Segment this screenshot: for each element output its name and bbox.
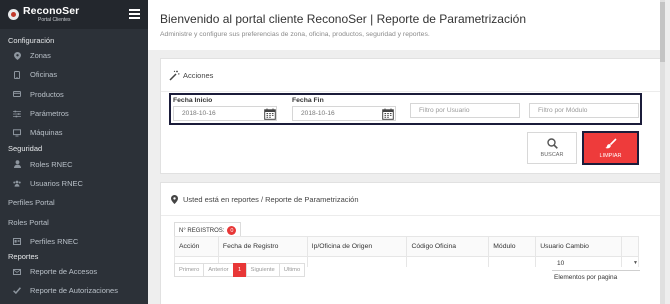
report-panel: Usted está en reportes / Reporte de Para… <box>160 182 662 304</box>
filters-group: Fecha Inicio 2018-10-16 Fecha Fin 2018-1… <box>169 93 642 125</box>
fecha-inicio-label: Fecha Inicio <box>173 97 213 104</box>
brand-subtitle: Portal Clientes <box>38 16 71 23</box>
sidebar-item-label: Oficinas <box>30 70 58 80</box>
calendar-icon[interactable] <box>382 107 394 120</box>
pager-first[interactable]: Primero <box>174 263 205 277</box>
check-icon <box>13 287 21 295</box>
calendar-icon[interactable] <box>264 107 276 120</box>
actions-panel: Acciones Fecha Inicio 2018-10-16 Fecha F… <box>160 58 662 174</box>
sidebar-item-reporte-accesos[interactable]: Reporte de Accesos <box>0 262 148 281</box>
page-subtitle: Administre y configure sus preferencias … <box>160 31 430 38</box>
clear-button[interactable]: LIMPIAR <box>582 131 639 165</box>
sidebar-item-label: Productos <box>30 89 64 99</box>
brand-name: ReconoSer <box>23 5 80 18</box>
mobile-icon <box>13 70 21 79</box>
table-header-row: Acción Fecha de Registro Ip/Oficina de O… <box>174 236 640 257</box>
sidebar-item-oficinas[interactable]: Oficinas <box>0 65 148 84</box>
credit-card-icon <box>13 90 21 98</box>
report-breadcrumb-bar: Usted está en reportes / Reporte de Para… <box>161 183 661 216</box>
sidebar-item-perfiles-rnec[interactable]: Perfiles RNEC <box>0 232 148 251</box>
envelope-icon <box>13 268 21 276</box>
sidebar-item-zonas[interactable]: Zonas <box>0 46 148 65</box>
actions-panel-header: Acciones <box>161 59 661 92</box>
map-marker-icon <box>13 51 21 60</box>
column-header[interactable]: Módulo <box>488 236 537 257</box>
user-icon <box>13 160 21 169</box>
scrollbar-thumb[interactable] <box>660 2 665 62</box>
users-icon <box>13 179 21 187</box>
fecha-fin-input[interactable]: 2018-10-16 <box>292 106 396 121</box>
caret-down-icon: ▼ <box>633 260 638 266</box>
brush-icon <box>604 137 617 148</box>
sidebar-item-label: Roles Portal <box>8 217 49 227</box>
sidebar-item-label: Reporte de Autorizaciones <box>30 286 118 296</box>
pagination: Primero Anterior 1 Siguiente Ultimo <box>174 263 306 277</box>
sidebar-item-maquinas[interactable]: Máquinas <box>0 123 148 142</box>
sidebar-item-label: Parámetros <box>30 109 69 119</box>
page-size-select[interactable]: 10 ▼ <box>552 257 640 271</box>
brand-logo[interactable]: ReconoSer Portal Clientes <box>23 6 79 23</box>
pager-last[interactable]: Ultimo <box>278 263 306 277</box>
sidebar-item-perfiles-portal[interactable]: Perfiles Portal <box>0 193 148 212</box>
column-header[interactable]: Usuario Cambio <box>535 236 622 257</box>
clear-button-label: LIMPIAR <box>599 152 622 159</box>
sidebar-item-parametros[interactable]: Parámetros <box>0 104 148 123</box>
logo-icon <box>8 9 19 20</box>
search-button-label: BUSCAR <box>540 152 564 158</box>
map-marker-icon <box>169 194 180 205</box>
sidebar-item-label: Reporte de Accesos <box>30 267 98 277</box>
id-card-icon <box>13 237 21 245</box>
section-reportes: Reportes <box>8 251 39 261</box>
page-size-value: 10 <box>557 260 565 267</box>
sidebar-item-label: Usuarios RNEC <box>30 178 83 188</box>
magic-wand-icon <box>169 70 180 81</box>
column-header[interactable]: Código Oficina <box>406 236 490 257</box>
fecha-fin-label: Fecha Fin <box>292 97 324 104</box>
search-button[interactable]: BUSCAR <box>527 132 577 164</box>
sidebar-item-roles-rnec[interactable]: Roles RNEC <box>0 154 148 173</box>
brand-bar: ReconoSer Portal Clientes <box>0 0 148 29</box>
sidebar-item-label: Máquinas <box>30 128 63 138</box>
desktop-icon <box>13 129 21 137</box>
pager-current-page[interactable]: 1 <box>232 263 247 277</box>
section-configuracion: Configuración <box>8 36 55 45</box>
column-header[interactable]: Fecha de Registro <box>217 236 308 257</box>
column-header[interactable]: Acción <box>174 236 219 257</box>
fecha-inicio-input[interactable]: 2018-10-16 <box>173 106 277 121</box>
record-count-label: N° REGISTROS: <box>179 227 225 234</box>
page-size-caption: Elementos por pagina <box>554 274 618 281</box>
breadcrumb: Usted está en reportes / Reporte de Para… <box>183 194 359 204</box>
sidebar-item-label: Perfiles RNEC <box>30 236 79 246</box>
sidebar-item-roles-portal[interactable]: Roles Portal <box>0 212 148 231</box>
sidebar-item-label: Roles RNEC <box>30 159 73 169</box>
pager-previous[interactable]: Anterior <box>203 263 234 277</box>
sidebar-item-reporte-autorizaciones[interactable]: Reporte de Autorizaciones <box>0 281 148 300</box>
main-content: Bienvenido al portal cliente ReconoSer |… <box>148 0 665 304</box>
column-header-filler <box>620 236 640 257</box>
section-seguridad: Seguridad <box>8 144 43 154</box>
menu-toggle-icon[interactable] <box>129 9 140 19</box>
modulo-filter-input[interactable]: Filtro por Módulo <box>529 103 639 118</box>
sidebar-item-label: Zonas <box>30 51 51 61</box>
column-header[interactable]: Ip/Oficina de Origen <box>306 236 408 257</box>
sidebar-item-productos[interactable]: Productos <box>0 85 148 104</box>
pager-next[interactable]: Siguiente <box>245 263 280 277</box>
sidebar: ReconoSer Portal Clientes Configuración … <box>0 0 148 304</box>
page-header: Bienvenido al portal cliente ReconoSer |… <box>148 0 665 50</box>
sliders-icon <box>13 110 21 118</box>
sidebar-item-label: Perfiles Portal <box>8 198 55 208</box>
usuario-filter-input[interactable]: Filtro por Usuario <box>410 103 520 118</box>
sidebar-item-usuarios-rnec[interactable]: Usuarios RNEC <box>0 174 148 193</box>
record-count-badge: 0 <box>227 226 237 235</box>
main-scrollbar[interactable] <box>660 0 665 304</box>
search-icon <box>546 138 558 149</box>
page-title: Bienvenido al portal cliente ReconoSer |… <box>160 12 526 26</box>
actions-title: Acciones <box>183 70 214 80</box>
